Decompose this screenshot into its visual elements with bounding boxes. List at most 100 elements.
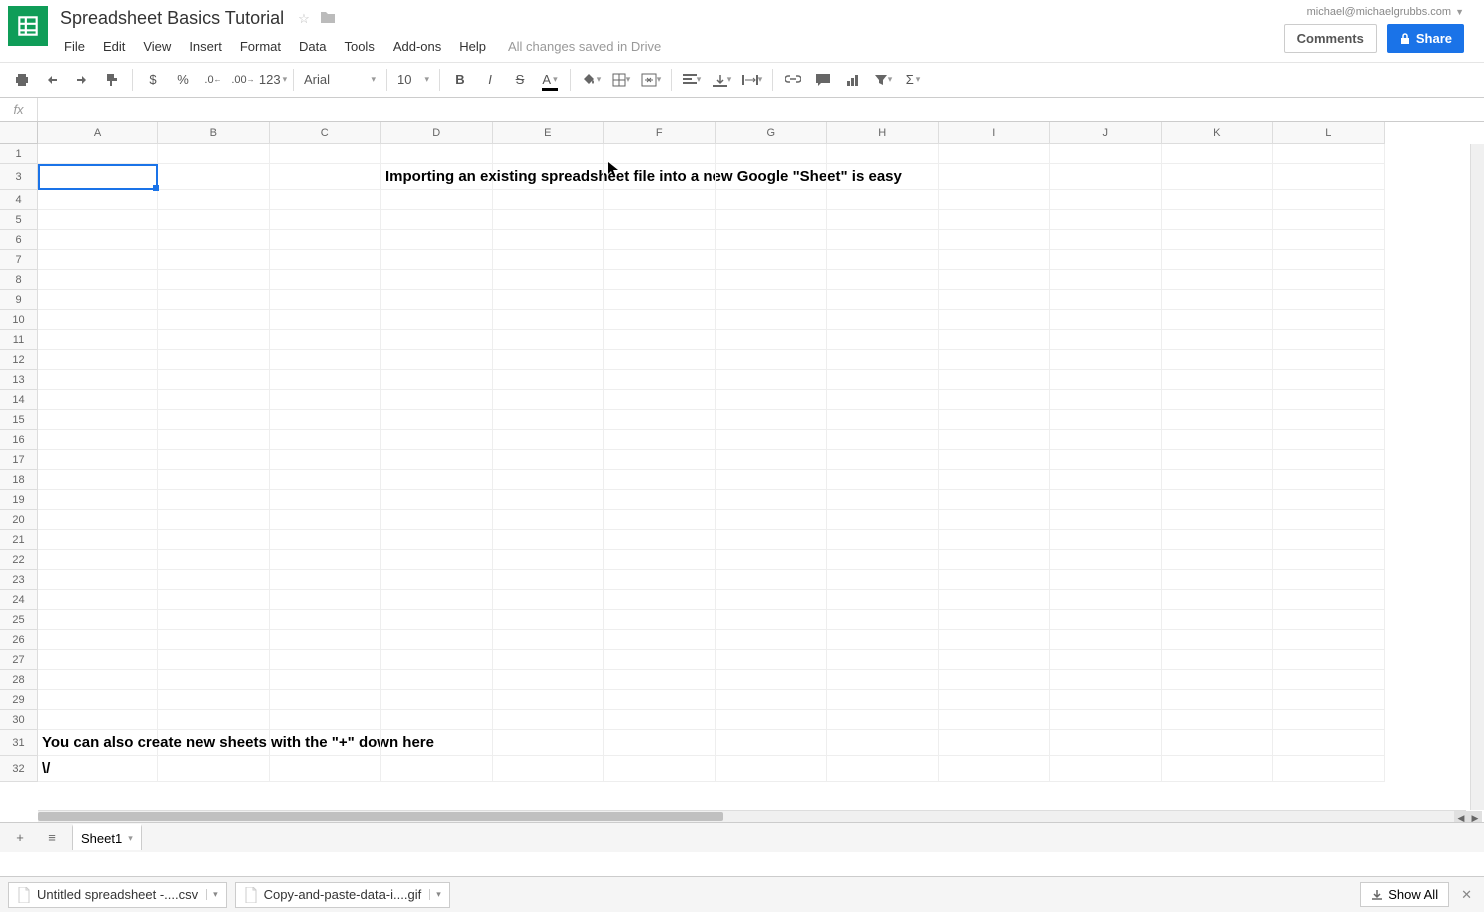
cell-B19[interactable] xyxy=(158,490,270,510)
row-header-22[interactable]: 22 xyxy=(0,550,38,570)
cell-H4[interactable] xyxy=(827,190,939,210)
cell-A10[interactable] xyxy=(38,310,158,330)
row-header-20[interactable]: 20 xyxy=(0,510,38,530)
menu-tools[interactable]: Tools xyxy=(336,35,382,58)
download-item-1[interactable]: Untitled spreadsheet -....csv ▾ xyxy=(8,882,227,908)
cell-A13[interactable] xyxy=(38,370,158,390)
cell-C25[interactable] xyxy=(270,610,382,630)
cell-I8[interactable] xyxy=(939,270,1051,290)
cell-H3[interactable] xyxy=(827,164,939,190)
cell-A18[interactable] xyxy=(38,470,158,490)
cell-I3[interactable] xyxy=(939,164,1051,190)
cell-E11[interactable] xyxy=(493,330,605,350)
cell-C27[interactable] xyxy=(270,650,382,670)
cell-A21[interactable] xyxy=(38,530,158,550)
cell-B20[interactable] xyxy=(158,510,270,530)
dec-decrease-button[interactable]: .0← xyxy=(199,66,227,94)
borders-button[interactable]: ▾ xyxy=(607,66,635,94)
row-header-1[interactable]: 1 xyxy=(0,144,38,164)
italic-button[interactable]: I xyxy=(476,66,504,94)
cell-I18[interactable] xyxy=(939,470,1051,490)
vertical-scrollbar[interactable] xyxy=(1470,144,1484,810)
cell-E4[interactable] xyxy=(493,190,605,210)
cell-L17[interactable] xyxy=(1273,450,1385,470)
cell-D9[interactable] xyxy=(381,290,493,310)
row-header-28[interactable]: 28 xyxy=(0,670,38,690)
cell-L24[interactable] xyxy=(1273,590,1385,610)
cell-G9[interactable] xyxy=(716,290,828,310)
row-header-25[interactable]: 25 xyxy=(0,610,38,630)
cell-F24[interactable] xyxy=(604,590,716,610)
cell-I15[interactable] xyxy=(939,410,1051,430)
cell-B30[interactable] xyxy=(158,710,270,730)
cell-J27[interactable] xyxy=(1050,650,1162,670)
cell-H26[interactable] xyxy=(827,630,939,650)
row-header-6[interactable]: 6 xyxy=(0,230,38,250)
cell-C29[interactable] xyxy=(270,690,382,710)
row-header-4[interactable]: 4 xyxy=(0,190,38,210)
cell-G17[interactable] xyxy=(716,450,828,470)
row-header-13[interactable]: 13 xyxy=(0,370,38,390)
cell-C32[interactable] xyxy=(270,756,382,782)
cell-B15[interactable] xyxy=(158,410,270,430)
cell-H10[interactable] xyxy=(827,310,939,330)
fill-color-button[interactable]: ▾ xyxy=(577,66,605,94)
cell-B18[interactable] xyxy=(158,470,270,490)
cell-I22[interactable] xyxy=(939,550,1051,570)
cell-J8[interactable] xyxy=(1050,270,1162,290)
cell-E6[interactable] xyxy=(493,230,605,250)
cell-D14[interactable] xyxy=(381,390,493,410)
cell-D32[interactable] xyxy=(381,756,493,782)
cell-C18[interactable] xyxy=(270,470,382,490)
row-header-15[interactable]: 15 xyxy=(0,410,38,430)
cell-K8[interactable] xyxy=(1162,270,1274,290)
cell-A19[interactable] xyxy=(38,490,158,510)
cell-H25[interactable] xyxy=(827,610,939,630)
cell-L20[interactable] xyxy=(1273,510,1385,530)
cell-I16[interactable] xyxy=(939,430,1051,450)
cell-K10[interactable] xyxy=(1162,310,1274,330)
column-header-L[interactable]: L xyxy=(1273,122,1385,144)
merge-button[interactable]: ▾ xyxy=(637,66,665,94)
cell-E19[interactable] xyxy=(493,490,605,510)
cell-A30[interactable] xyxy=(38,710,158,730)
cell-G21[interactable] xyxy=(716,530,828,550)
cell-A27[interactable] xyxy=(38,650,158,670)
cell-D23[interactable] xyxy=(381,570,493,590)
currency-button[interactable]: $ xyxy=(139,66,167,94)
cell-I25[interactable] xyxy=(939,610,1051,630)
cell-D10[interactable] xyxy=(381,310,493,330)
row-header-23[interactable]: 23 xyxy=(0,570,38,590)
cell-F10[interactable] xyxy=(604,310,716,330)
cell-D26[interactable] xyxy=(381,630,493,650)
cell-A28[interactable] xyxy=(38,670,158,690)
cell-L25[interactable] xyxy=(1273,610,1385,630)
redo-icon[interactable] xyxy=(68,66,96,94)
cell-G8[interactable] xyxy=(716,270,828,290)
cell-J9[interactable] xyxy=(1050,290,1162,310)
menu-data[interactable]: Data xyxy=(291,35,334,58)
cell-L19[interactable] xyxy=(1273,490,1385,510)
row-header-30[interactable]: 30 xyxy=(0,710,38,730)
cell-E23[interactable] xyxy=(493,570,605,590)
cell-B13[interactable] xyxy=(158,370,270,390)
cell-F9[interactable] xyxy=(604,290,716,310)
cell-A3[interactable] xyxy=(38,164,158,190)
cell-B14[interactable] xyxy=(158,390,270,410)
cell-F18[interactable] xyxy=(604,470,716,490)
cell-J5[interactable] xyxy=(1050,210,1162,230)
cell-I19[interactable] xyxy=(939,490,1051,510)
cell-A5[interactable] xyxy=(38,210,158,230)
cell-I17[interactable] xyxy=(939,450,1051,470)
menu-addons[interactable]: Add-ons xyxy=(385,35,449,58)
cell-L8[interactable] xyxy=(1273,270,1385,290)
cell-C4[interactable] xyxy=(270,190,382,210)
cell-K32[interactable] xyxy=(1162,756,1274,782)
cell-G23[interactable] xyxy=(716,570,828,590)
cell-E22[interactable] xyxy=(493,550,605,570)
cell-J16[interactable] xyxy=(1050,430,1162,450)
cell-K19[interactable] xyxy=(1162,490,1274,510)
cell-C13[interactable] xyxy=(270,370,382,390)
cell-H16[interactable] xyxy=(827,430,939,450)
column-header-G[interactable]: G xyxy=(716,122,828,144)
